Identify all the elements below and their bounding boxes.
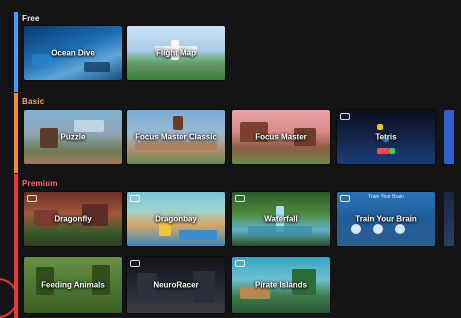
game-title: NeuroRacer <box>153 280 199 290</box>
game-title: Focus Master <box>255 132 307 142</box>
game-title: Focus Master Classic <box>135 132 217 142</box>
game-title: Dragonfly <box>54 214 92 224</box>
category-label-free: Free <box>22 14 40 23</box>
game-title: Dragonbay <box>155 214 197 224</box>
game-tile-tetris[interactable]: Tetris <box>337 110 435 164</box>
game-title: Feeding Animals <box>41 280 105 290</box>
game-title: Tetris <box>375 132 397 142</box>
category-label-premium: Premium <box>22 179 58 188</box>
game-tile-flight-map[interactable]: Flight Map <box>127 26 225 80</box>
next-tile-peek[interactable] <box>444 110 454 164</box>
category-bar-free <box>14 12 18 92</box>
gamepad-icon <box>340 113 350 120</box>
game-tile-dragonbay[interactable]: Dragonbay <box>127 192 225 246</box>
game-tile-train-your-brain[interactable]: Train Your Brain Train Your Brain <box>337 192 435 246</box>
gamepad-icon <box>130 260 140 267</box>
category-bar-basic <box>14 93 18 173</box>
tile-header: Train Your Brain <box>368 194 404 200</box>
gamepad-icon <box>27 195 37 202</box>
game-tile-focus-master-classic[interactable]: Focus Master Classic <box>127 110 225 164</box>
game-tile-puzzle[interactable]: Puzzle <box>24 110 122 164</box>
game-title: Ocean Dive <box>51 48 95 58</box>
game-tile-pirate-islands[interactable]: Pirate Islands <box>232 257 330 313</box>
gamepad-icon <box>235 195 245 202</box>
next-tile-peek[interactable] <box>444 192 454 246</box>
gamepad-icon <box>130 195 140 202</box>
category-label-basic: Basic <box>22 97 45 106</box>
gamepad-icon <box>235 260 245 267</box>
game-title: Waterfall <box>264 214 298 224</box>
game-tile-neuroracer[interactable]: NeuroRacer <box>127 257 225 313</box>
game-tile-feeding-animals[interactable]: Feeding Animals <box>24 257 122 313</box>
game-title: Flight Map <box>156 48 196 58</box>
game-tile-ocean-dive[interactable]: Ocean Dive <box>24 26 122 80</box>
game-tile-focus-master[interactable]: Focus Master <box>232 110 330 164</box>
game-title: Pirate Islands <box>254 280 308 290</box>
game-tile-waterfall[interactable]: Waterfall <box>232 192 330 246</box>
game-title: Train Your Brain <box>355 214 417 224</box>
game-title: Puzzle <box>60 132 86 142</box>
game-library-screen: Free Basic Premium Ocean Dive Flight Map… <box>0 0 461 318</box>
game-tile-dragonfly[interactable]: Dragonfly <box>24 192 122 246</box>
